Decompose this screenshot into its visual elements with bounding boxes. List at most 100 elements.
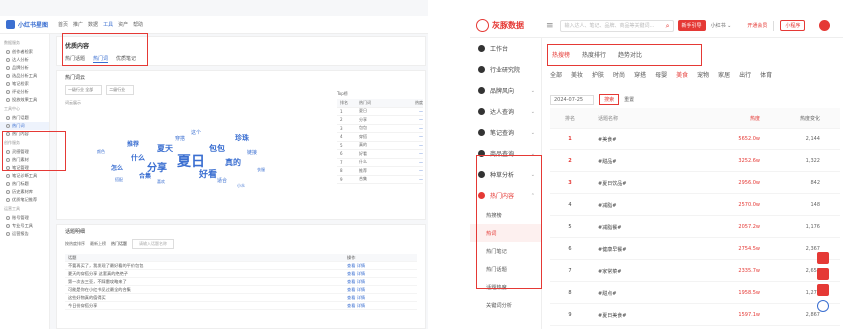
sidebar-item[interactable]: 选品分析工具 — [0, 72, 49, 80]
category-chip[interactable]: 护肤 — [592, 70, 604, 79]
sidebar-item-label: 笔记查询 — [490, 130, 515, 137]
sidebar-item-label: 投放效果工具 — [12, 97, 38, 102]
table-row[interactable]: 5 #减脂餐# 2057.2w 1,176 — [550, 217, 840, 238]
search-input[interactable]: 输入达人、笔记、品牌、商品等关键词... ⌕ — [559, 19, 674, 32]
topic-text[interactable]: 不要再买了，我发现了最好看的平价包包 — [65, 263, 347, 269]
sidebar-item[interactable]: 运营报告 — [0, 230, 49, 238]
left-logo[interactable]: 小红书星图 — [6, 20, 48, 29]
category-chip[interactable]: 穿搭 — [634, 70, 646, 79]
topic-cell[interactable]: #夏日美食# — [590, 312, 690, 319]
topic-text[interactable]: 可能是你在小红书见过最全的合集 — [65, 287, 347, 293]
topic-text[interactable]: 夏天的穿搭分享 这套真的绝绝子 — [65, 271, 347, 277]
category-chip[interactable]: 体育 — [760, 70, 772, 79]
topnav-item[interactable]: 首页 — [58, 21, 68, 28]
sidebar-item[interactable]: 工作台 — [470, 38, 541, 59]
sidebar-item[interactable]: 达人分析 — [0, 56, 49, 64]
sidebar-item[interactable]: 评论分析 — [0, 88, 49, 96]
table-row[interactable]: 7 #家常菜# 2335.7w 2,657 — [550, 261, 840, 282]
sidebar-item[interactable]: 笔记检索 — [0, 80, 49, 88]
table-row[interactable]: 8 #甜点# 1958.5w 1,272 — [550, 283, 840, 304]
topic-text[interactable]: 第一次去三亚，不踩雷攻略来了 — [65, 279, 347, 285]
query-button[interactable]: 搜索 — [599, 94, 620, 105]
mini-program-button[interactable]: 小程序 — [780, 20, 806, 31]
col-hot[interactable]: 热度 — [690, 115, 760, 122]
sidebar-section-title: 数据服务 — [4, 40, 20, 45]
date-picker[interactable]: 2024-07-25 — [550, 94, 595, 105]
topic-cell[interactable]: #家常菜# — [590, 268, 690, 275]
sidebar-item[interactable]: 行业研究院 — [470, 59, 541, 80]
sidebar-item[interactable]: 热门词 — [0, 122, 49, 130]
category-chip[interactable]: 美妆 — [571, 70, 583, 79]
table-row[interactable]: 2 #甜品# 3252.6w 1,322 — [550, 151, 840, 172]
topic-cell[interactable]: #甜点# — [590, 290, 690, 297]
sidebar-item[interactable]: 历史素材库 — [0, 188, 49, 196]
category-chip[interactable]: 时尚 — [613, 70, 625, 79]
col-change[interactable]: 热度变化 — [760, 115, 820, 122]
sidebar-item[interactable]: 热门标题 — [0, 180, 49, 188]
submenu-item[interactable]: 关键词分析 — [470, 296, 541, 314]
float-service-button[interactable] — [817, 284, 829, 296]
sidebar-item[interactable]: 专业号工具 — [0, 222, 49, 230]
help-icon[interactable] — [817, 300, 829, 312]
topic-cell[interactable]: #减脂餐# — [590, 224, 690, 231]
topic-action[interactable]: 查看 详情 — [347, 287, 417, 293]
topic-cell[interactable]: #健康早餐# — [590, 246, 690, 253]
sidebar-item[interactable]: 创作者检索 — [0, 48, 49, 56]
sidebar-item[interactable]: 笔记诊断工具 — [0, 172, 49, 180]
menu-icon[interactable]: ≡ — [546, 21, 554, 31]
sidebar-item[interactable]: 热门话题 — [0, 114, 49, 122]
category-chip[interactable]: 母婴 — [655, 70, 667, 79]
float-chart-button[interactable] — [817, 252, 829, 264]
topic-text[interactable]: 这些好物真的值得买 — [65, 295, 347, 301]
hot-cell: 1958.5w — [738, 290, 760, 296]
float-contact-button[interactable] — [817, 268, 829, 280]
topic-tab[interactable]: 最新上榜 — [90, 241, 106, 247]
category-chip[interactable]: 美食 — [676, 70, 688, 79]
category-chip[interactable]: 家居 — [718, 70, 730, 79]
sidebar-item[interactable]: 品牌风向 ⌄ — [470, 80, 541, 101]
topic-tab[interactable]: 热门话题 — [111, 241, 127, 247]
sidebar-item[interactable]: 投放效果工具 — [0, 96, 49, 104]
sidebar-item[interactable]: 达人查询 ⌄ — [470, 101, 541, 122]
platform-select[interactable]: 小红书 ⌄ — [711, 22, 732, 29]
topnav-item[interactable]: 数据 — [88, 21, 98, 28]
search-icon[interactable]: ⌕ — [666, 22, 670, 31]
topic-action[interactable]: 查看 详情 — [347, 279, 417, 285]
topic-action[interactable]: 查看 详情 — [347, 303, 417, 309]
right-logo[interactable]: 灰豚数据 — [476, 19, 542, 32]
topic-action[interactable]: 查看 详情 — [347, 263, 417, 269]
avatar[interactable] — [819, 20, 831, 31]
topic-action[interactable]: 查看 详情 — [347, 295, 417, 301]
topnav-item[interactable]: 工具 — [103, 21, 113, 28]
guide-button[interactable]: 新手引导 — [677, 20, 706, 31]
category-chip[interactable]: 全部 — [550, 70, 562, 79]
menu-item-icon — [478, 108, 485, 115]
vip-link[interactable]: 开通会员 — [747, 22, 767, 29]
reset-button[interactable]: 重置 — [624, 96, 634, 103]
table-row[interactable]: 6 #健康早餐# 2754.5w 2,367 — [550, 239, 840, 260]
table-row[interactable]: 1 #美食# 5652.0w 2,144 — [550, 129, 840, 150]
sidebar-item[interactable]: 账号管理 — [0, 214, 49, 222]
topic-cell[interactable]: #夏日饮品# — [590, 180, 690, 187]
topic-text[interactable]: 今日份穿搭分享 — [65, 303, 347, 309]
table-row[interactable]: 4 #减脂# 2570.0w 148 — [550, 195, 840, 216]
category-chip[interactable]: 出行 — [739, 70, 751, 79]
sidebar-item[interactable]: 笔记查询 ⌄ — [470, 122, 541, 143]
table-row[interactable]: 9 #夏日美食# 1597.1w 2,867 — [550, 305, 840, 326]
topic-action[interactable]: 查看 详情 — [347, 271, 417, 277]
topic-cell[interactable]: #甜品# — [590, 158, 690, 165]
circle-icon — [6, 182, 10, 186]
industry-select-1[interactable]: 一级行业 全部 — [65, 85, 103, 95]
topic-search-input[interactable]: 请输入话题名称 — [132, 239, 174, 249]
topnav-item[interactable]: 资产 — [118, 21, 128, 28]
topnav-item[interactable]: 推广 — [73, 21, 83, 28]
sidebar-item[interactable]: 优质笔记推荐 — [0, 196, 49, 204]
topic-tab[interactable]: 按热度排序 — [65, 241, 85, 247]
topic-cell[interactable]: #减脂# — [590, 202, 690, 209]
topnav-item[interactable]: 帮助 — [133, 21, 143, 28]
topic-cell[interactable]: #美食# — [590, 136, 690, 143]
category-chip[interactable]: 宠物 — [697, 70, 709, 79]
industry-select-2[interactable]: 二级行业 — [106, 85, 135, 95]
table-row[interactable]: 3 #夏日饮品# 2956.0w 842 — [550, 173, 840, 194]
sidebar-item[interactable]: 品牌分析 — [0, 64, 49, 72]
